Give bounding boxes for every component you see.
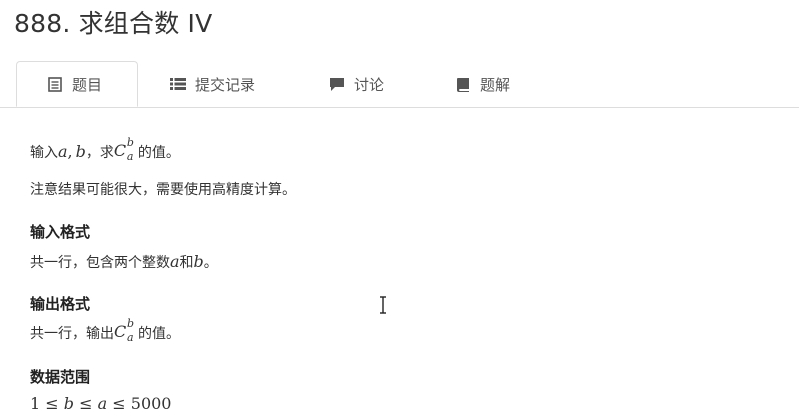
input-format-prefix: 共一行，包含两个整数 [30,255,170,271]
tab-problem-label: 题目 [72,75,103,94]
problem-tabs: 题目 提交记录 讨论 题解 [0,61,799,108]
book-icon [455,76,471,92]
output-format-heading: 输出格式 [30,295,91,313]
binomial-sub: a [127,331,134,344]
tab-discussion-label: 讨论 [354,75,385,94]
description-text: 输入 [30,145,58,161]
output-format-text: 共一行，输出 Cb a 的值。 [30,317,180,344]
list-icon [170,76,186,92]
binomial-sup: b [127,317,135,330]
math-var-b: b [63,394,75,413]
document-icon [47,76,63,92]
output-format-prefix: 共一行，输出 [30,326,114,342]
math-var-b: b [193,252,204,271]
input-format-mid: 和 [179,255,194,271]
text-cursor-icon [378,296,388,314]
tab-submissions[interactable]: 提交记录 [170,61,255,107]
data-range-formula: 1 ≤ b ≤ a ≤ 5000 [30,394,171,413]
binomial-c: C [113,141,127,160]
binomial-c: C [114,322,127,341]
math-var-a: a [58,142,68,161]
math-var-a: a [170,252,180,271]
tab-solutions[interactable]: 题解 [455,61,510,107]
page-title: 888. 求组合数 IV [14,9,213,38]
comment-icon [329,76,345,92]
input-format-text: 共一行，包含两个整数a和b。 [30,252,218,272]
math-le: ≤ [79,394,93,413]
description-text: 的值。 [137,145,180,161]
input-format-heading: 输入格式 [30,223,91,241]
binomial-sup: b [126,136,134,149]
description-line-1: 输入a, b，求 Cb a 的值。 [30,136,180,163]
output-format-suffix: 的值。 [138,326,180,342]
tab-solutions-label: 题解 [480,75,511,94]
data-range-heading: 数据范围 [30,368,91,386]
math-number: 5000 [130,394,172,413]
binomial-sub: a [126,150,134,163]
binomial-expression: Cba [114,317,138,344]
binomial-expression: Cba [113,136,138,163]
input-format-suffix: 。 [203,255,218,271]
tab-submissions-label: 提交记录 [195,75,256,94]
math-le: ≤ [45,394,59,413]
math-var-b: b [75,142,86,161]
math-var-a: a [97,394,108,413]
problem-page: 888. 求组合数 IV 题目 提交记录 讨论 题解 输入a, b，求 C b … [0,0,799,420]
tab-problem[interactable]: 题目 [16,61,138,107]
math-comma: , [67,142,73,161]
math-le: ≤ [112,394,126,413]
math-number: 1 [30,394,41,413]
description-text: ，求 [85,145,114,161]
tab-discussion[interactable]: 讨论 [329,61,384,107]
description-line-2: 注意结果可能很大，需要使用高精度计算。 [30,182,296,198]
